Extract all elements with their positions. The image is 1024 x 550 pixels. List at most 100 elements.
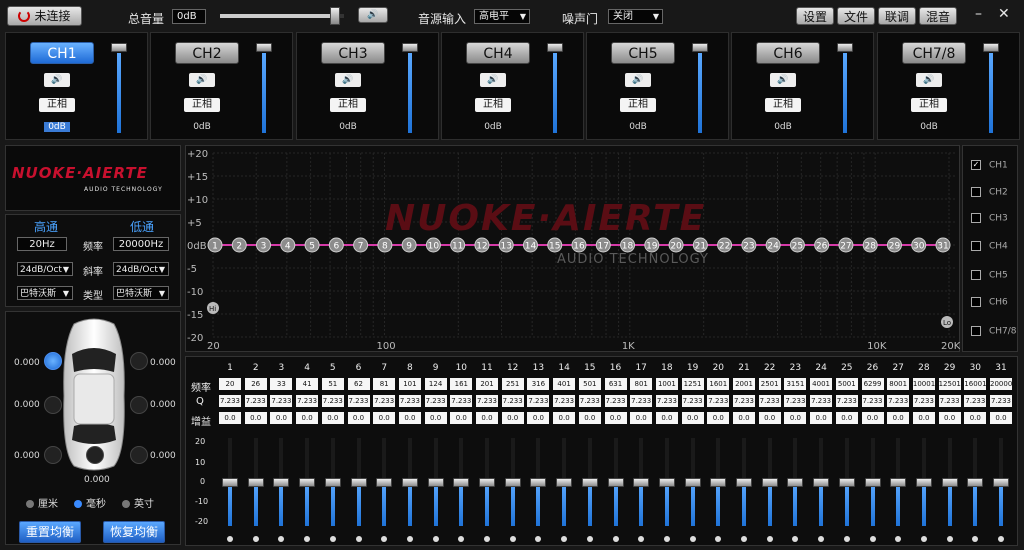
eq-gain-knob[interactable] xyxy=(350,478,367,487)
eq-q-field[interactable]: 7.233 xyxy=(270,395,293,407)
eq-gain-field[interactable]: 0.0 xyxy=(604,412,627,424)
eq-q-field[interactable]: 7.233 xyxy=(527,395,550,407)
channel-toggle[interactable]: CH2 xyxy=(971,187,1008,198)
minimize-button[interactable]: – xyxy=(975,6,982,22)
restore-eq-button[interactable]: 恢复均衡 xyxy=(103,521,165,543)
eq-gain-knob[interactable] xyxy=(941,478,958,487)
channel-select-button[interactable]: CH5 xyxy=(611,42,675,64)
delay-seat-button[interactable] xyxy=(44,446,62,464)
eq-gain-slider[interactable] xyxy=(607,438,624,526)
eq-gain-slider[interactable] xyxy=(401,438,418,526)
eq-freq-field[interactable]: 161 xyxy=(450,378,473,390)
eq-gain-knob[interactable] xyxy=(427,478,444,487)
eq-gain-slider[interactable] xyxy=(556,438,573,526)
channel-select-button[interactable]: CH7/8 xyxy=(902,42,966,64)
eq-q-field[interactable]: 7.233 xyxy=(912,395,935,407)
eq-gain-knob[interactable] xyxy=(761,478,778,487)
eq-gain-knob[interactable] xyxy=(813,478,830,487)
eq-gain-field[interactable]: 0.0 xyxy=(578,412,601,424)
eq-freq-field[interactable]: 1001 xyxy=(655,378,678,390)
eq-gain-field[interactable]: 0.0 xyxy=(707,412,730,424)
delay-unit-option[interactable]: 英寸 xyxy=(122,495,154,510)
channel-phase-button[interactable]: 正相 xyxy=(184,98,220,112)
highpass-type-select[interactable]: 巴特沃斯 ▼ xyxy=(17,286,73,300)
eq-gain-knob[interactable] xyxy=(633,478,650,487)
eq-gain-slider[interactable] xyxy=(427,438,444,526)
channel-select-button[interactable]: CH3 xyxy=(321,42,385,64)
eq-freq-field[interactable]: 10001 xyxy=(912,378,935,390)
master-mute-button[interactable]: 🔊 xyxy=(358,7,388,23)
delay-seat-button[interactable] xyxy=(44,352,62,370)
eq-freq-field[interactable]: 201 xyxy=(476,378,498,390)
eq-gain-field[interactable]: 0.0 xyxy=(681,412,704,424)
channel-gain-value[interactable]: 0dB xyxy=(189,122,215,132)
channel-mute-button[interactable]: 🔊 xyxy=(335,73,361,87)
eq-freq-field[interactable]: 16001 xyxy=(964,378,987,390)
eq-q-field[interactable]: 7.233 xyxy=(398,395,421,407)
eq-q-field[interactable]: 7.233 xyxy=(707,395,730,407)
eq-gain-field[interactable]: 0.0 xyxy=(835,412,858,424)
master-volume-knob[interactable] xyxy=(330,7,340,25)
eq-q-field[interactable]: 7.233 xyxy=(578,395,601,407)
eq-gain-field[interactable]: 0.0 xyxy=(553,412,576,424)
eq-gain-field[interactable]: 0.0 xyxy=(810,412,833,424)
menu-link-button[interactable]: 联调 xyxy=(878,7,916,25)
master-volume-slider[interactable] xyxy=(220,7,344,25)
eq-gain-field[interactable]: 0.0 xyxy=(861,412,884,424)
eq-gain-slider[interactable] xyxy=(273,438,290,526)
delay-unit-option[interactable]: 厘米 xyxy=(26,495,58,510)
channel-toggle[interactable]: ✓ CH1 xyxy=(971,160,1008,171)
eq-gain-knob[interactable] xyxy=(401,478,418,487)
channel-volume-slider[interactable] xyxy=(837,43,853,133)
channel-phase-button[interactable]: 正相 xyxy=(475,98,511,112)
channel-toggle[interactable]: CH6 xyxy=(971,297,1008,308)
eq-freq-field[interactable]: 33 xyxy=(270,378,293,390)
eq-gain-knob[interactable] xyxy=(556,478,573,487)
eq-freq-field[interactable]: 2001 xyxy=(733,378,755,390)
eq-q-field[interactable]: 7.233 xyxy=(296,395,319,407)
eq-freq-field[interactable]: 41 xyxy=(296,378,319,390)
eq-freq-field[interactable]: 8001 xyxy=(887,378,910,390)
eq-q-field[interactable]: 7.233 xyxy=(450,395,473,407)
channel-mute-button[interactable]: 🔊 xyxy=(480,73,506,87)
eq-q-field[interactable]: 7.233 xyxy=(733,395,755,407)
eq-gain-slider[interactable] xyxy=(684,438,701,526)
eq-gain-field[interactable]: 0.0 xyxy=(887,412,910,424)
eq-gain-slider[interactable] xyxy=(967,438,984,526)
menu-file-button[interactable]: 文件 xyxy=(837,7,875,25)
eq-gain-knob[interactable] xyxy=(376,478,393,487)
eq-gain-knob[interactable] xyxy=(890,478,907,487)
eq-gain-field[interactable]: 0.0 xyxy=(244,412,267,424)
eq-gain-knob[interactable] xyxy=(838,478,855,487)
eq-q-field[interactable]: 7.233 xyxy=(810,395,833,407)
eq-q-field[interactable]: 7.233 xyxy=(861,395,884,407)
eq-q-field[interactable]: 7.233 xyxy=(244,395,267,407)
eq-q-field[interactable]: 7.233 xyxy=(681,395,704,407)
eq-q-field[interactable]: 7.233 xyxy=(758,395,781,407)
eq-freq-field[interactable]: 51 xyxy=(321,378,344,390)
eq-freq-field[interactable]: 12501 xyxy=(938,378,961,390)
eq-gain-field[interactable]: 0.0 xyxy=(219,412,241,424)
channel-volume-slider[interactable] xyxy=(547,43,563,133)
channel-gain-value[interactable]: 0dB xyxy=(44,122,70,132)
eq-gain-knob[interactable] xyxy=(453,478,470,487)
channel-toggle[interactable]: CH7/8 xyxy=(971,326,1017,337)
eq-gain-field[interactable]: 0.0 xyxy=(938,412,961,424)
lowpass-freq-field[interactable]: 20000Hz xyxy=(113,237,169,251)
eq-gain-slider[interactable] xyxy=(222,438,238,526)
eq-gain-knob[interactable] xyxy=(273,478,290,487)
channel-phase-button[interactable]: 正相 xyxy=(765,98,801,112)
eq-gain-knob[interactable] xyxy=(530,478,547,487)
eq-freq-field[interactable]: 62 xyxy=(347,378,370,390)
eq-gain-field[interactable]: 0.0 xyxy=(733,412,755,424)
eq-gain-slider[interactable] xyxy=(710,438,727,526)
eq-q-field[interactable]: 7.233 xyxy=(835,395,858,407)
eq-freq-field[interactable]: 26 xyxy=(244,378,267,390)
delay-unit-option[interactable]: 毫秒 xyxy=(74,495,106,510)
eq-freq-field[interactable]: 801 xyxy=(630,378,653,390)
eq-gain-field[interactable]: 0.0 xyxy=(527,412,550,424)
delay-seat-button[interactable] xyxy=(130,396,148,414)
close-button[interactable]: ✕ xyxy=(998,6,1010,22)
eq-gain-field[interactable]: 0.0 xyxy=(912,412,935,424)
eq-gain-slider[interactable] xyxy=(581,438,598,526)
